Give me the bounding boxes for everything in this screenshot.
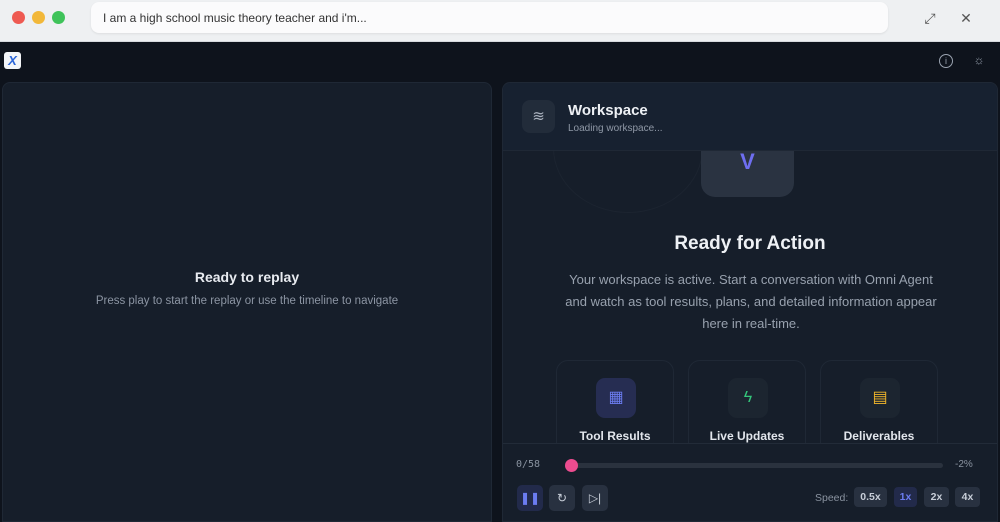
progress-percent: -2% <box>955 459 973 470</box>
close-icon[interactable]: ✕ <box>958 10 974 27</box>
pause-button[interactable]: ❚❚ <box>517 485 543 511</box>
info-icon[interactable]: i <box>939 54 953 68</box>
speed-0.5x-button[interactable]: 0.5x <box>854 487 887 507</box>
expand-icon[interactable]: ⤢ <box>922 10 938 27</box>
ready-heading: Ready for Action <box>674 233 826 254</box>
workspace-panel: ≋ Workspace Loading workspace... V Ready… <box>502 82 998 522</box>
step-counter: 0/58 <box>516 459 541 470</box>
app-topbar <box>0 42 1000 82</box>
replay-title: Ready to replay <box>194 269 300 285</box>
speed-2x-button[interactable]: 2x <box>924 487 949 507</box>
document-icon: ▤ <box>860 378 900 418</box>
minimize-window-button[interactable] <box>32 11 45 24</box>
theme-toggle-sun-icon[interactable]: ☼ <box>972 54 986 68</box>
window-titlebar: I am a high school music theory teacher … <box>0 0 1000 42</box>
replay-subtitle: Press play to start the replay or use th… <box>95 295 399 307</box>
maximize-window-button[interactable] <box>52 11 65 24</box>
workspace-header: ≋ Workspace Loading workspace... <box>503 83 997 151</box>
workspace-title: Workspace <box>568 102 648 119</box>
lightning-icon: ϟ <box>728 378 768 418</box>
layout-icon: ▦ <box>596 378 636 418</box>
card-label: Deliverables <box>843 429 915 443</box>
workspace-status: Loading workspace... <box>568 123 663 134</box>
card-label: Tool Results <box>579 429 651 443</box>
skip-forward-button[interactable]: ▷| <box>582 485 608 511</box>
replay-player: 0/58 -2% ❚❚ ↻ ▷| Speed: 0.5x 1x 2x 4x <box>503 443 997 521</box>
replay-panel: Ready to replay Press play to start the … <box>2 82 492 522</box>
timeline-slider[interactable] <box>565 459 943 472</box>
url-bar[interactable]: I am a high school music theory teacher … <box>91 2 888 33</box>
close-window-button[interactable] <box>12 11 25 24</box>
speed-1x-button[interactable]: 1x <box>894 487 917 507</box>
workspace-description: Your workspace is active. Start a conver… <box>565 272 937 331</box>
speed-label: Speed: <box>815 492 849 504</box>
restart-button[interactable]: ↻ <box>549 485 575 511</box>
card-label: Live Updates <box>709 429 785 443</box>
app-logo[interactable]: X <box>4 52 21 69</box>
timeline-thumb[interactable] <box>565 459 578 472</box>
layers-icon: ≋ <box>522 100 555 133</box>
speed-4x-button[interactable]: 4x <box>955 487 980 507</box>
